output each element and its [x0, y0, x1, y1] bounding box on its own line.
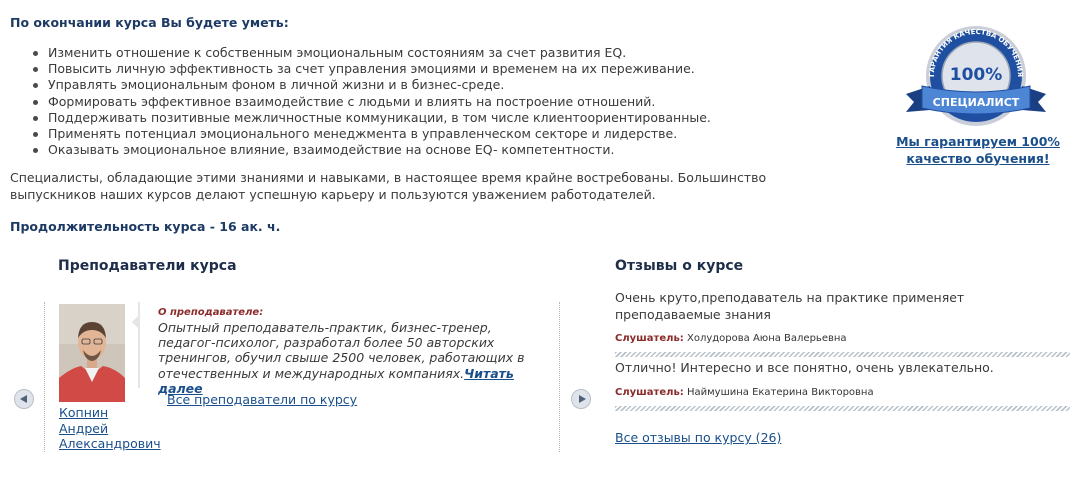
badge-percent: 100% — [950, 65, 1003, 85]
review-text: Отлично! Интересно и все понятно, очень … — [615, 360, 994, 375]
teachers-section-title: Преподаватели курса — [58, 258, 237, 274]
teacher-first-name: Андрей — [59, 420, 109, 436]
teacher-patronymic: Александрович — [59, 436, 161, 451]
listener-name: Холудорова Аюна Валерьевна — [686, 333, 847, 344]
skills-list: Изменить отношение к собственным эмоцион… — [30, 45, 830, 158]
teacher-bio-card: О преподавателе: Опытный преподаватель-п… — [132, 302, 548, 396]
review-author: Слушатель: Холудорова Аюна Валерьевна — [615, 333, 847, 344]
specialists-note: Специалисты, обладающие этими знаниями и… — [10, 170, 767, 202]
listener-label: Слушатель: — [615, 333, 684, 344]
review-author: Слушатель: Наймушина Екатерина Викторовн… — [615, 387, 874, 398]
outcomes-heading: По окончании курса Вы будете уметь: — [10, 15, 289, 30]
review-divider — [615, 352, 1070, 357]
review-divider — [615, 406, 1070, 411]
bio-text: Опытный преподаватель-практик, бизнес-тр… — [158, 320, 553, 396]
review-text: Очень круто,преподаватель на практике пр… — [615, 290, 965, 322]
list-item: Поддерживать позитивные межличностные ко… — [30, 110, 830, 126]
list-item: Изменить отношение к собственным эмоцион… — [30, 45, 830, 61]
teacher-surname: Копнин — [59, 405, 109, 420]
teacher-name-link[interactable]: Копнин Андрей Александрович — [59, 405, 169, 452]
guarantee-line-2: качество обучения! — [906, 150, 1050, 166]
listener-label: Слушатель: — [615, 387, 684, 398]
teacher-photo[interactable] — [59, 304, 125, 402]
list-item: Повысить личную эффективность за счет уп… — [30, 61, 830, 77]
course-duration: Продолжительность курса - 16 ак. ч. — [10, 219, 281, 234]
chevron-left-icon[interactable] — [14, 389, 34, 409]
all-teachers-link[interactable]: Все преподаватели по курсу — [167, 392, 357, 407]
guarantee-line-1: Мы гарантируем 100% — [896, 134, 1060, 149]
list-item: Применять потенциал эмоционального менед… — [30, 126, 830, 142]
list-item: Формировать эффективное взаимодействие с… — [30, 94, 830, 110]
all-reviews-link[interactable]: Все отзывы по курсу (26) — [615, 430, 781, 445]
reviews-section-title: Отзывы о курсе — [615, 258, 744, 274]
list-item: Оказывать эмоциональное влияние, взаимод… — [30, 142, 830, 158]
chevron-right-icon[interactable] — [571, 389, 591, 409]
quality-badge: ГАРАНТИЯ КАЧЕСТВА ОБУЧЕНИЯ 100% СПЕЦИАЛИ… — [900, 20, 1050, 130]
listener-name: Наймушина Екатерина Викторовна — [686, 387, 874, 398]
badge-ribbon-text: СПЕЦИАЛИСТ — [933, 96, 1020, 109]
list-item: Управлять эмоциональным фоном в личной ж… — [30, 77, 830, 93]
bio-label: О преподавателе: — [158, 307, 264, 318]
guarantee-link[interactable]: Мы гарантируем 100% качество обучения! — [878, 134, 1078, 167]
